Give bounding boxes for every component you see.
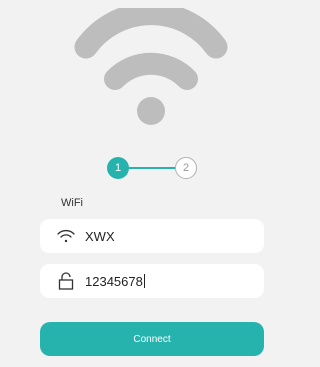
step-1-circle: 1 bbox=[107, 157, 129, 179]
ssid-value: XWX bbox=[85, 228, 115, 244]
wifi-hero-icon bbox=[74, 8, 228, 125]
step-2-circle: 2 bbox=[175, 157, 197, 179]
password-text: 12345678 bbox=[85, 273, 143, 289]
wifi-hero-outer-arc bbox=[74, 8, 228, 59]
wifi-hero-middle-arc bbox=[104, 52, 198, 90]
step-indicator: 1 2 bbox=[107, 157, 199, 181]
wifi-section-label: WiFi bbox=[61, 197, 83, 209]
wifi-hero-dot bbox=[137, 97, 165, 125]
password-field[interactable]: 12345678 bbox=[40, 264, 264, 298]
ssid-field[interactable]: XWX bbox=[40, 219, 264, 253]
text-caret bbox=[143, 273, 145, 288]
connect-button[interactable]: Connect bbox=[40, 322, 264, 356]
wifi-icon bbox=[55, 225, 77, 247]
step-connector bbox=[129, 167, 175, 169]
lock-icon bbox=[55, 270, 77, 292]
password-value: 12345678 bbox=[85, 273, 145, 289]
